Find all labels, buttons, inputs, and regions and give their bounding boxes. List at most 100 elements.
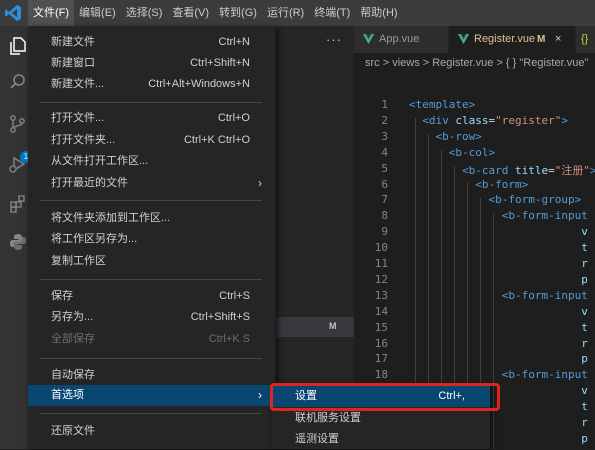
submenu-item-settings[interactable]: 设置 Ctrl+, [272, 385, 490, 407]
title-bar: 文件(F) 编辑(E) 选择(S) 查看(V) 转到(G) 运行(R) 终端(T… [0, 0, 595, 26]
explorer-icon[interactable] [8, 36, 28, 56]
line-number: 6 [381, 177, 388, 191]
menu-item-preferences[interactable]: 首选项 › [28, 385, 275, 406]
source-control-icon[interactable] [8, 114, 28, 134]
code-line: <b-form-input i [409, 289, 595, 302]
python-icon[interactable] [8, 232, 28, 252]
menu-item-open-folder[interactable]: 打开文件夹... Ctrl+K Ctrl+O [28, 130, 275, 151]
menu-item-duplicate-workspace[interactable]: 复制工作区 [28, 251, 275, 272]
code-token: r [581, 416, 588, 429]
file-menu: 新建文件 Ctrl+N 新建窗口 Ctrl+Shift+N 新建文件... Ctrl+… [28, 26, 276, 449]
line-number: 5 [381, 161, 388, 175]
code-token: <b-row> [435, 129, 482, 143]
tab-app-vue[interactable]: App.vue [354, 26, 448, 53]
menu-item-label: 联机服务设置 [295, 412, 361, 424]
menu-view[interactable]: 查看(V) [167, 0, 214, 26]
line-number: 10 [374, 241, 388, 255]
extensions-icon[interactable] [8, 194, 28, 214]
run-debug-icon[interactable] [8, 154, 28, 174]
line-number: 13 [374, 288, 388, 302]
search-icon[interactable] [8, 72, 28, 92]
submenu-item-telemetry[interactable]: 遥测设置 [272, 428, 490, 450]
menu-help[interactable]: 帮助(H) [355, 0, 402, 26]
menu-item-auto-save[interactable]: 自动保存 [28, 365, 275, 386]
menu-item-new-file[interactable]: 新建文件 Ctrl+N [28, 32, 275, 53]
line-number: 4 [381, 145, 388, 159]
menu-item-revert-file[interactable]: 还原文件 [28, 421, 275, 442]
menu-item-label: 保存 [51, 290, 73, 302]
code-line: <b-form-group> [409, 193, 581, 206]
chevron-right-icon: › [258, 388, 262, 402]
menu-edit[interactable]: 编辑(E) [74, 0, 121, 26]
close-tab-icon[interactable]: × [555, 26, 561, 53]
editor-tabs: App.vue Register.vue M × {} [354, 26, 595, 53]
code-token: p [581, 272, 588, 286]
code-token: <b-form-group> [488, 193, 582, 207]
menu-separator [40, 200, 262, 201]
tab-label: App.vue [379, 33, 420, 45]
explorer-file-row[interactable]: M [273, 317, 354, 337]
menu-item-open-recent[interactable]: 打开最近的文件 › [28, 173, 275, 194]
code-token: > [589, 163, 595, 177]
line-number: 17 [374, 352, 388, 366]
code-token: v [581, 225, 588, 239]
menu-item-label: 另存为... [51, 311, 94, 323]
menu-item-open-workspace[interactable]: 从文件打开工作区... [28, 151, 275, 172]
menu-item-label: 从文件打开工作区... [51, 155, 149, 167]
code-token: <template> [409, 98, 476, 111]
menu-item-save[interactable]: 保存 Ctrl+S [28, 286, 275, 307]
menu-item-add-folder[interactable]: 将文件夹添加到工作区... [28, 208, 275, 229]
breadcrumb[interactable]: src > views > Register.vue > { } "Regist… [354, 53, 595, 73]
code-token: class [455, 113, 489, 127]
menu-item-new-file-dots[interactable]: 新建文件... Ctrl+Alt+Windows+N [28, 74, 275, 95]
code-token: <b-form-input [501, 288, 595, 302]
menu-go[interactable]: 转到(G) [214, 0, 262, 26]
shortcut: Ctrl+, [438, 390, 465, 402]
more-actions-icon[interactable]: ··· [326, 32, 342, 47]
code-line: <template> [409, 98, 475, 111]
menu-item-label: 打开最近的文件 [51, 177, 128, 189]
menu-selection[interactable]: 选择(S) [121, 0, 168, 26]
tab-json[interactable]: {} [576, 26, 595, 53]
menu-item-label: 自动保存 [51, 369, 95, 381]
submenu-item-online-services[interactable]: 联机服务设置 [272, 407, 490, 429]
code-line: <b-col> [409, 146, 495, 159]
vue-file-icon [458, 34, 469, 44]
code-token: <b-col> [448, 145, 496, 159]
breadcrumb-path: src > views > Register.vue > { } "Regist… [365, 57, 589, 69]
line-number: 1 [381, 98, 388, 111]
modified-badge: M [329, 321, 337, 331]
code-token: <b-form-input [501, 209, 595, 223]
shortcut: Ctrl+N [218, 36, 250, 48]
code-token: "register" [495, 113, 562, 127]
tab-register-vue[interactable]: Register.vue M × [449, 26, 575, 53]
code-line: p [409, 352, 588, 365]
shortcut: Ctrl+Shift+S [190, 311, 250, 323]
menu-file[interactable]: 文件(F) [28, 0, 75, 26]
code-token: title [514, 163, 549, 177]
menu-terminal[interactable]: 终端(T) [309, 0, 355, 26]
line-number: 16 [374, 336, 388, 350]
line-number: 15 [374, 320, 388, 334]
menu-item-save-all: 全部保存 Ctrl+K S [28, 329, 275, 350]
preferences-submenu: 设置 Ctrl+, 联机服务设置 遥测设置 [272, 384, 490, 449]
menu-item-label: 将文件夹添加到工作区... [51, 212, 171, 224]
menu-run[interactable]: 运行(R) [262, 0, 309, 26]
line-number: 12 [374, 272, 388, 286]
menu-item-save-workspace-as[interactable]: 将工作区另存为... [28, 229, 275, 250]
menu-item-save-as[interactable]: 另存为... Ctrl+Shift+S [28, 307, 275, 328]
menu-item-label: 遥测设置 [295, 433, 339, 445]
menu-item-label: 首选项 [51, 389, 84, 401]
menu-item-label: 还原文件 [51, 425, 95, 437]
code-line: p [409, 273, 588, 286]
menu-item-open-file[interactable]: 打开文件... Ctrl+O [28, 108, 275, 129]
code-line: <b-card title="注册"> [409, 162, 595, 178]
menu-separator [40, 279, 262, 280]
code-token: "注册" [554, 163, 590, 177]
menu-separator [40, 102, 262, 103]
menu-item-label: 新建文件 [51, 36, 95, 48]
menu-item-new-window[interactable]: 新建窗口 Ctrl+Shift+N [28, 53, 275, 74]
code-token: v [581, 304, 588, 318]
shortcut: Ctrl+Alt+Windows+N [148, 78, 250, 90]
code-token: = [548, 163, 555, 177]
